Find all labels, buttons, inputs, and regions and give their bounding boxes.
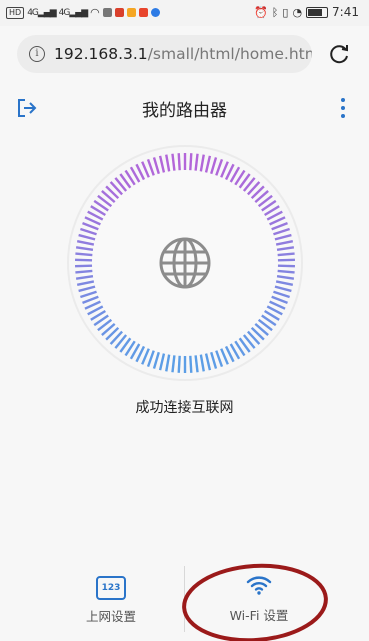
url-text[interactable]: 192.168.3.1/small/html/home.htm: [54, 45, 312, 63]
nav-internet-settings[interactable]: 123 上网设置: [36, 575, 186, 625]
status-bar: HD 4G▂▄▆ 4G▂▄▆ ◠ ⏰ ᛒ ▯ ◔ 7:41: [0, 0, 369, 26]
ring-tick: [190, 153, 191, 170]
hd-badge: HD: [6, 7, 24, 19]
ring-tick: [75, 271, 92, 272]
ring-tick: [179, 356, 180, 373]
battery-icon: [306, 7, 328, 18]
app-notification-icon: [151, 8, 160, 17]
signal-icon: 4G▂▄▆: [27, 8, 55, 18]
vibrate-icon: ▯: [282, 6, 288, 19]
speed-icon: ◔: [292, 6, 302, 19]
app-notification-icon: [139, 8, 148, 17]
app-notification-icon: [115, 8, 124, 17]
ring-tick: [278, 271, 295, 272]
alarm-icon: ⏰: [254, 6, 268, 19]
ring-tick: [278, 254, 295, 255]
status-right: ⏰ ᛒ ▯ ◔ 7:41: [254, 5, 359, 19]
internet-settings-icon: 123: [96, 576, 126, 600]
ring-tick: [179, 153, 180, 170]
status-time: 7:41: [332, 5, 359, 19]
nav-internet-settings-label: 上网设置: [36, 606, 186, 625]
url-host: 192.168.3.1: [54, 45, 148, 63]
address-bar[interactable]: i 192.168.3.1/small/html/home.htm: [17, 35, 312, 73]
ring-tick: [75, 254, 92, 255]
app-notification-icon: [103, 8, 112, 17]
more-vertical-icon[interactable]: [338, 96, 348, 120]
status-left: HD 4G▂▄▆ 4G▂▄▆ ◠: [6, 6, 160, 19]
signal-icon-2: 4G▂▄▆: [59, 8, 87, 18]
globe-icon: [161, 239, 209, 287]
reload-icon[interactable]: [327, 42, 351, 66]
bluetooth-icon: ᛒ: [272, 6, 279, 19]
info-icon[interactable]: i: [29, 46, 45, 62]
url-path: /small/html/home.htm: [148, 45, 312, 63]
app-notification-icon: [127, 8, 136, 17]
page-title: 我的路由器: [0, 96, 369, 121]
connection-ring: [66, 144, 304, 382]
annotation-ellipse: [180, 555, 330, 641]
connection-status: 成功连接互联网: [0, 397, 369, 417]
wifi-status-icon: ◠: [90, 6, 100, 19]
ring-tick: [190, 356, 191, 373]
